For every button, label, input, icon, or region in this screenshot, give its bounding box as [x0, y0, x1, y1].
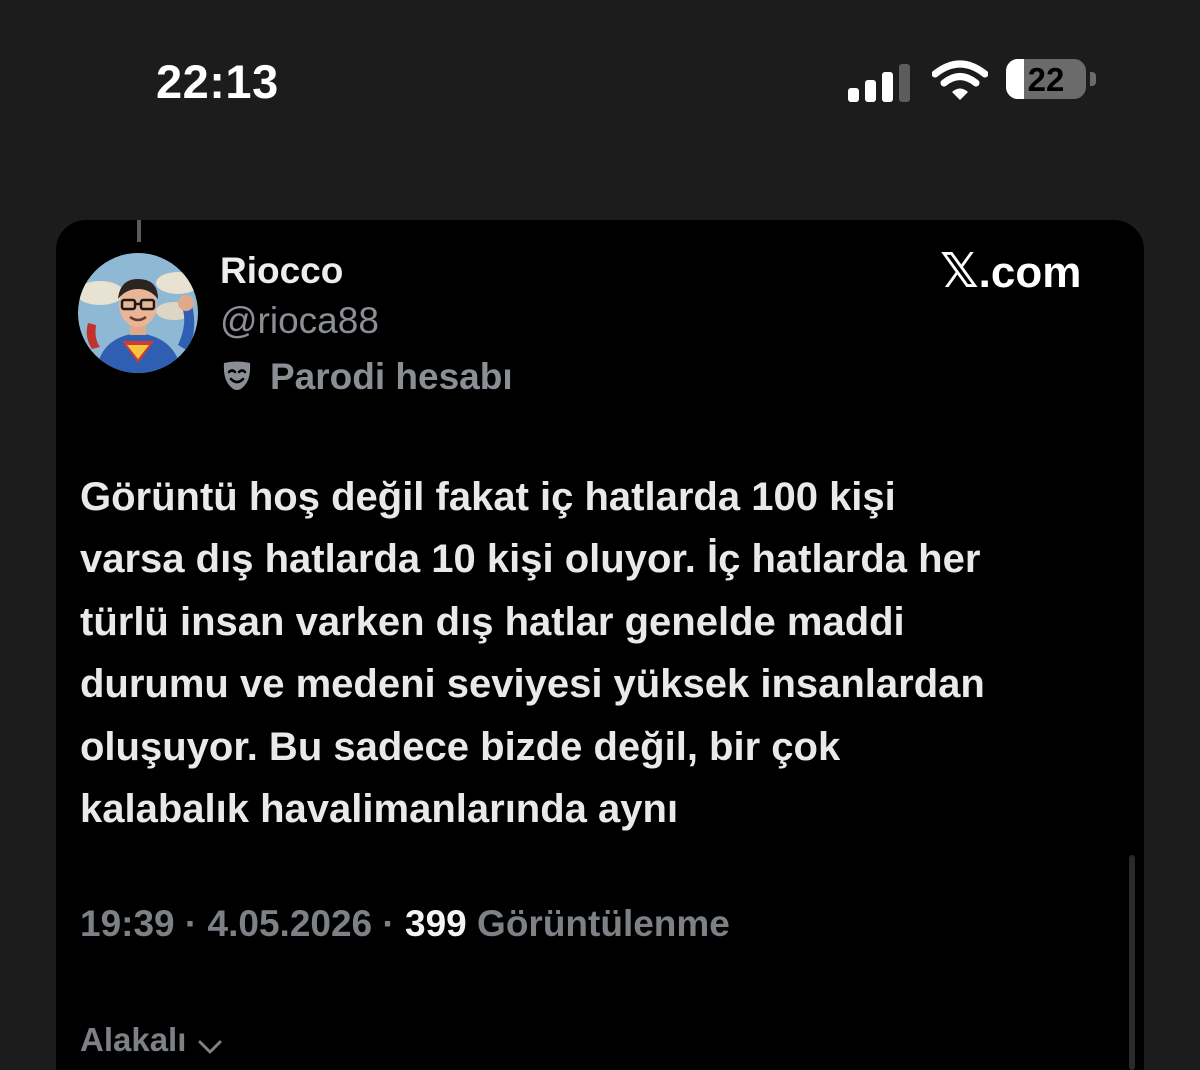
parody-mask-icon	[223, 361, 251, 390]
battery-percent: 22	[1027, 61, 1065, 98]
meta-separator: ·	[184, 903, 198, 944]
thread-line	[137, 220, 141, 242]
post-text-line: Görüntü hoş değil fakat iç hatlarda 100 …	[80, 475, 896, 519]
post-text-line: türlü insan varken dış hatlar genelde ma…	[80, 599, 905, 644]
signal-bar	[882, 72, 893, 102]
cellular-signal-icon	[848, 62, 914, 102]
x-logo-icon: 𝕏	[940, 245, 979, 298]
views-count: 399	[405, 903, 467, 944]
status-time: 22:13	[156, 55, 279, 108]
post-meta: 19:39 · 4.05.2026 · 399 Görüntülenme	[80, 900, 730, 948]
battery-icon: 22	[1006, 59, 1096, 101]
wifi-icon	[932, 60, 988, 100]
post-text-line: durumu ve medeni seviyesi yüksek insanla…	[80, 662, 985, 707]
scrollbar[interactable]	[1129, 855, 1135, 1070]
post-time[interactable]: 19:39	[80, 903, 175, 944]
post-text: Görüntü hoş değil fakat iç hatlarda 100 …	[80, 466, 1130, 840]
chevron-down-icon	[198, 1040, 222, 1054]
meta-separator: ·	[382, 903, 395, 944]
replies-sort-button[interactable]: Alakalı	[80, 1018, 223, 1062]
source-label: 𝕏.com	[940, 246, 1081, 299]
author-handle[interactable]: @rioca88	[220, 300, 379, 342]
battery-tip	[1090, 72, 1096, 86]
avatar[interactable]	[78, 253, 198, 373]
post-date[interactable]: 4.05.2026	[208, 903, 373, 944]
signal-bar	[848, 88, 859, 102]
battery-body: 22	[1006, 59, 1086, 99]
signal-bar	[865, 80, 876, 102]
replies-sort-label: Alakalı	[80, 1021, 187, 1058]
post-text-line: varsa dış hatlarda 10 kişi oluyor. İç ha…	[80, 537, 981, 582]
post-text-line: kalabalık havalimanlarında aynı	[80, 787, 679, 832]
signal-bar	[899, 64, 910, 102]
author-display-name[interactable]: Riocco	[220, 250, 343, 292]
parody-badge-label: Parodi hesabı	[270, 356, 513, 397]
avatar-image	[78, 253, 198, 373]
status-icons: 22	[848, 58, 1108, 104]
source-domain: .com	[978, 248, 1082, 297]
screenshot-page: 22:13 22 Riocco @rioca88 Parodi hesabı 𝕏…	[0, 0, 1200, 1070]
post-text-line: oluşuyor. Bu sadece bizde değil, bir çok	[80, 724, 841, 769]
views-label: Görüntülenme	[477, 903, 730, 944]
